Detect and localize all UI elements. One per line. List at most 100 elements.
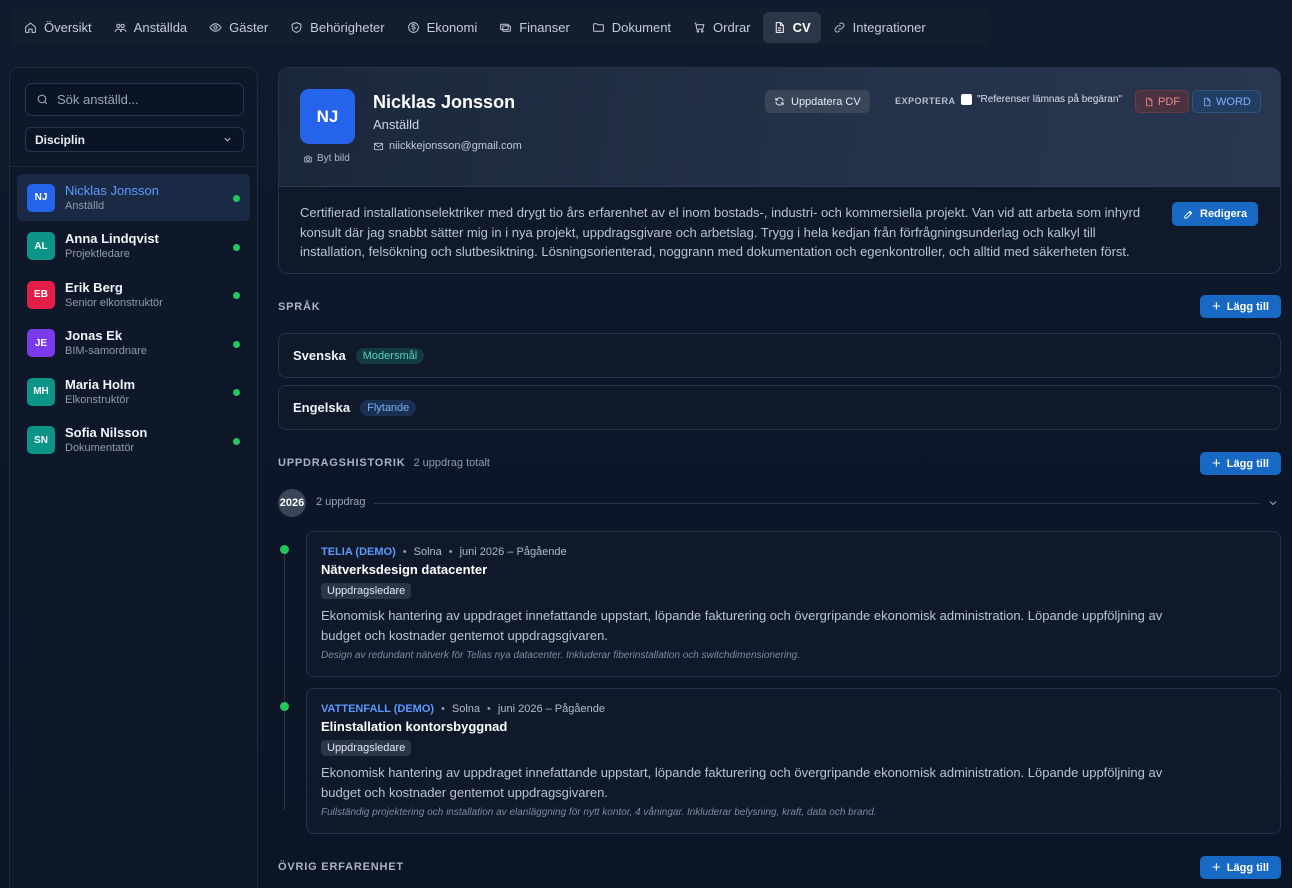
employee-name: Sofia Nilsson [65,425,148,440]
tab-behorigheter[interactable]: Behörigheter [280,12,394,43]
employee-role: Projektledare [65,248,130,260]
change-photo-button[interactable]: Byt bild [303,153,350,164]
collapse-toggle[interactable] [1267,497,1279,512]
avatar: AL [27,232,55,260]
employee-item[interactable]: EB Erik Berg Senior elkonstruktör [17,271,250,318]
tab-ekonomi[interactable]: Ekonomi [397,12,488,43]
online-status-dot [233,195,240,202]
search-icon [37,94,48,105]
assignment-card[interactable]: VATTENFALL (DEMO) • Solna • juni 2026 – … [306,688,1281,834]
assignment-note: Design av redundant nätverk för Telias n… [321,650,800,661]
discipline-select[interactable]: Disciplin [25,127,244,152]
edit-summary-label: Redigera [1200,208,1248,220]
employee-name: Maria Holm [65,376,136,392]
assignment-location: Solna [413,546,442,558]
employee-name: Erik Berg [65,279,123,295]
other-experience-section-title: ÖVRIG ERFARENHET [278,861,404,873]
profile-summary: Certifierad installationselektriker med … [300,205,1141,259]
employee-item[interactable]: JE Jonas Ek BIM-samordnare [17,320,250,367]
export-word-button[interactable]: WORD [1192,90,1261,113]
export-label: EXPORTERA [895,96,956,106]
year-group-header[interactable]: 2026 2 uppdrag [278,489,1281,517]
avatar: SN [27,426,55,454]
assignment-title: Elinstallation kontorsbyggnad [321,719,508,734]
avatar: EB [27,280,55,309]
profile-card: NJ Byt bild Nicklas Jonsson Anställd nii… [278,67,1281,274]
file-icon [1146,97,1153,106]
chevron-down-icon [1269,501,1277,506]
profile-role: Anställd [373,117,420,132]
top-nav: Översikt Anställda Gäster Behörigheter E… [10,9,991,46]
employee-item[interactable]: MH Maria Holm Elkonstruktör [17,368,250,415]
assignment-description: Ekonomisk hantering av uppdraget innefat… [321,765,1163,800]
sidebar-divider [10,166,257,167]
tab-label: Finanser [519,20,570,35]
assignment-meta: VATTENFALL (DEMO) • Solna • juni 2026 – … [321,703,605,715]
assignment-note: Fullständig projektering och installatio… [321,807,877,818]
document-icon [775,22,784,33]
add-assignment-label: Lägg till [1226,457,1269,470]
assignment-title: Nätverksdesign datacenter [321,562,488,577]
mail-icon [373,142,384,150]
tab-label: Översikt [44,20,92,35]
export-pdf-label: PDF [1158,95,1180,108]
tab-finanser[interactable]: Finanser [489,12,580,43]
tab-label: Integrationer [852,20,926,35]
update-cv-button[interactable]: Uppdatera CV [765,90,870,113]
search-input[interactable] [57,92,237,107]
employee-item[interactable]: SN Sofia Nilsson Dokumentatör [17,417,250,464]
tab-dokument[interactable]: Dokument [582,12,681,43]
tab-label: Gäster [229,20,269,35]
employee-sidebar: Disciplin NJ Nicklas JonssonAnställd AL … [9,67,258,888]
add-assignment-button[interactable]: + Lägg till [1200,452,1281,475]
employee-role: Senior elkonstruktör [65,296,163,309]
tab-anstallda[interactable]: Anställda [104,12,197,43]
shield-icon [291,22,302,33]
search-box[interactable] [25,83,244,116]
users-icon [114,23,127,32]
finance-icon [500,23,512,32]
camera-icon [304,155,312,162]
employee-item[interactable]: AL Anna Lindqvist Projektledare [17,223,250,270]
link-icon [834,22,845,33]
avatar: NJ [27,183,55,212]
language-level-badge: Flytande [360,399,417,416]
folder-icon [592,23,604,32]
tab-cv[interactable]: CV [762,12,821,43]
year-badge: 2026 [278,489,306,517]
add-other-experience-button[interactable]: + Lägg till [1200,856,1281,879]
cart-icon [694,22,705,33]
export-pdf-button[interactable]: PDF [1135,90,1189,113]
discipline-select-value: Disciplin [35,132,86,147]
tab-label: Ekonomi [426,20,478,35]
assignment-card[interactable]: TELIA (DEMO) • Solna • juni 2026 – Pågåe… [306,531,1281,677]
tab-label: Ordrar [713,20,751,35]
year-assignment-count: 2 uppdrag [316,496,366,508]
tab-gaster[interactable]: Gäster [199,12,278,43]
profile-email-text: niickkejonsson@gmail.com [389,140,522,152]
checkbox-box[interactable] [961,94,972,105]
plus-icon: + [1212,298,1221,315]
employee-item[interactable]: NJ Nicklas Jonsson Anställd [17,174,250,221]
language-row[interactable]: Engelska Flytande [278,385,1281,430]
edit-icon [1184,210,1193,219]
language-row[interactable]: Svenska Modersmål [278,333,1281,378]
home-icon [25,22,36,33]
add-language-button[interactable]: + Lägg till [1200,295,1281,318]
tab-ordrar[interactable]: Ordrar [683,12,761,43]
profile-avatar: NJ [300,89,355,144]
timeline-dot [280,702,289,711]
references-checkbox[interactable]: "Referenser lämnas på begäran" [961,94,1122,105]
tab-integrationer[interactable]: Integrationer [823,12,936,43]
language-level-badge: Modersmål [355,347,425,364]
tab-oversikt[interactable]: Översikt [14,12,102,43]
add-other-experience-label: Lägg till [1226,861,1269,874]
profile-name: Nicklas Jonsson [373,92,516,112]
edit-summary-button[interactable]: Redigera [1172,202,1259,226]
plus-icon: + [1212,455,1221,472]
export-word-label: WORD [1216,95,1251,108]
chevron-down-icon [224,137,231,142]
avatar: JE [27,329,55,357]
online-status-dot [233,340,240,348]
profile-header: NJ Byt bild Nicklas Jonsson Anställd nii… [279,68,1280,187]
